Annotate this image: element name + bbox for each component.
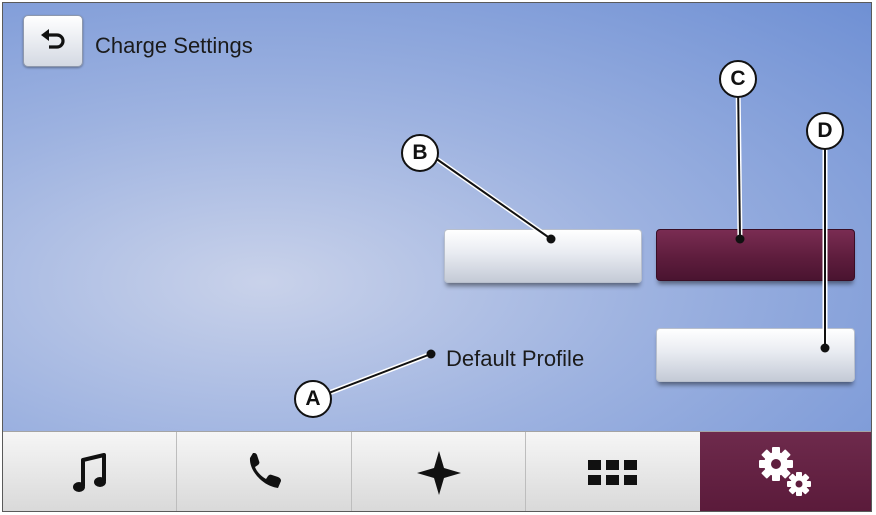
bottom-nav-bar	[3, 431, 871, 511]
callout-a: A	[294, 380, 332, 418]
navigation-star-icon	[416, 451, 461, 495]
apps-grid-icon	[587, 460, 637, 485]
music-note-icon	[72, 453, 106, 492]
nav-navigation[interactable]	[350, 432, 525, 511]
callout-d: D	[806, 112, 844, 150]
nav-settings[interactable]	[699, 432, 871, 511]
callout-b: B	[401, 134, 439, 172]
settings-gears-icon	[759, 447, 812, 496]
callout-c: C	[719, 60, 757, 98]
nav-apps[interactable]	[525, 432, 699, 511]
nav-audio[interactable]	[3, 432, 176, 511]
phone-icon	[250, 453, 282, 488]
nav-phone[interactable]	[176, 432, 350, 511]
screen: Charge Settings Default Profile A B C D	[2, 2, 872, 512]
